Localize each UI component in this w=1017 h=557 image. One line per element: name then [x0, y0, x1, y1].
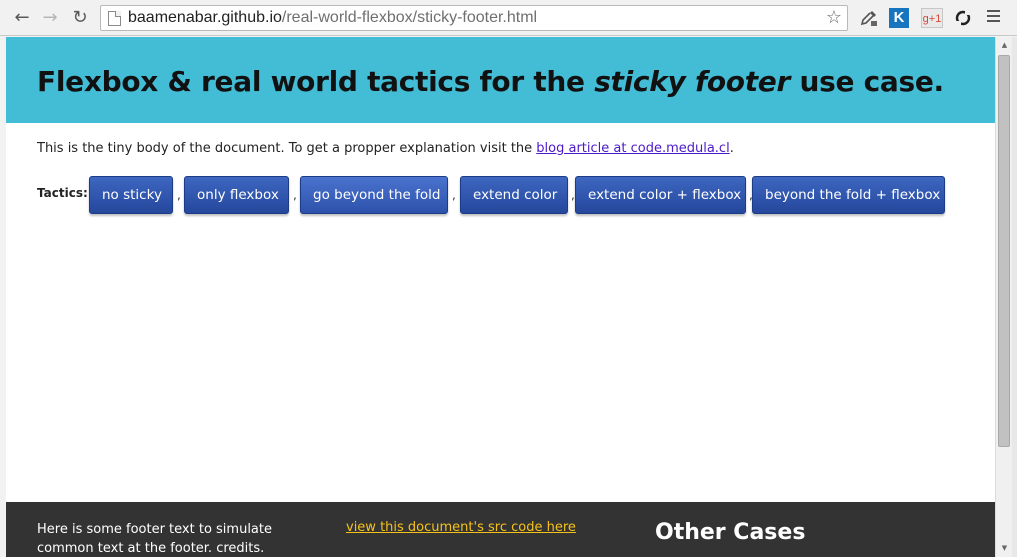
reload-icon[interactable]: ↻ [70, 8, 90, 28]
url-path: /real-world-flexbox/sticky-footer.html [281, 9, 538, 26]
google-plus-one-icon[interactable]: g+1 [921, 8, 943, 28]
back-icon[interactable]: ← [12, 8, 32, 28]
tactic-separator: , [177, 188, 181, 202]
page-icon [108, 11, 121, 26]
go-beyond-the-fold-button[interactable]: go beyond the fold [300, 176, 448, 214]
intro-after: . [729, 141, 734, 156]
address-bar[interactable]: baamenabar.github.io/real-world-flexbox/… [100, 5, 848, 31]
title-emphasis: sticky footer [594, 65, 790, 98]
beyond-the-fold-flexbox-button[interactable]: beyond the fold + flexbox [752, 176, 945, 214]
only-flexbox-button[interactable]: only flexbox [184, 176, 289, 214]
blog-article-link[interactable]: blog article at code.medula.cl [536, 141, 729, 156]
no-sticky-button[interactable]: no sticky [89, 176, 173, 214]
extend-color-button[interactable]: extend color [460, 176, 568, 214]
other-cases-heading: Other Cases [655, 520, 806, 545]
browser-toolbar: ← → ↻ baamenabar.github.io/real-world-fl… [0, 0, 1017, 36]
browser-window: ← → ↻ baamenabar.github.io/real-world-fl… [0, 0, 1017, 557]
page-viewport: Flexbox & real world tactics for the sti… [6, 37, 995, 557]
tactic-separator: , [452, 188, 456, 202]
scroll-up-icon[interactable]: ▲ [1000, 41, 1009, 50]
url-text[interactable]: baamenabar.github.io/real-world-flexbox/… [128, 9, 537, 27]
page-title: Flexbox & real world tactics for the sti… [37, 65, 944, 99]
window-edge [1012, 37, 1017, 557]
page-footer: Here is some footer text to simulate com… [6, 502, 995, 557]
page-header: Flexbox & real world tactics for the sti… [6, 37, 995, 123]
url-host: baamenabar.github.io [128, 9, 282, 26]
menu-icon[interactable] [985, 10, 1001, 24]
scroll-down-icon[interactable]: ▼ [1000, 544, 1009, 553]
intro-text: This is the tiny body of the document. T… [37, 141, 734, 156]
k-extension-icon[interactable]: K [889, 8, 909, 28]
forward-icon[interactable]: → [40, 8, 60, 28]
sync-extension-icon[interactable] [953, 8, 973, 28]
intro-before: This is the tiny body of the document. T… [37, 141, 537, 156]
vertical-scrollbar[interactable]: ▲ ▼ [995, 37, 1012, 557]
title-part-2: use case. [790, 65, 944, 98]
scrollbar-thumb[interactable] [998, 55, 1010, 447]
tactics-label: Tactics: [37, 186, 88, 200]
source-code-link[interactable]: view this document's src code here [346, 520, 576, 535]
title-part-1: Flexbox & real world tactics for the [37, 65, 595, 98]
bookmark-star-icon[interactable]: ☆ [823, 6, 845, 30]
footer-text: Here is some footer text to simulate com… [37, 522, 272, 556]
extend-color-flexbox-button[interactable]: extend color + flexbox [575, 176, 746, 214]
tactic-separator: , [293, 188, 297, 202]
eyedropper-extension-icon[interactable] [859, 8, 879, 28]
